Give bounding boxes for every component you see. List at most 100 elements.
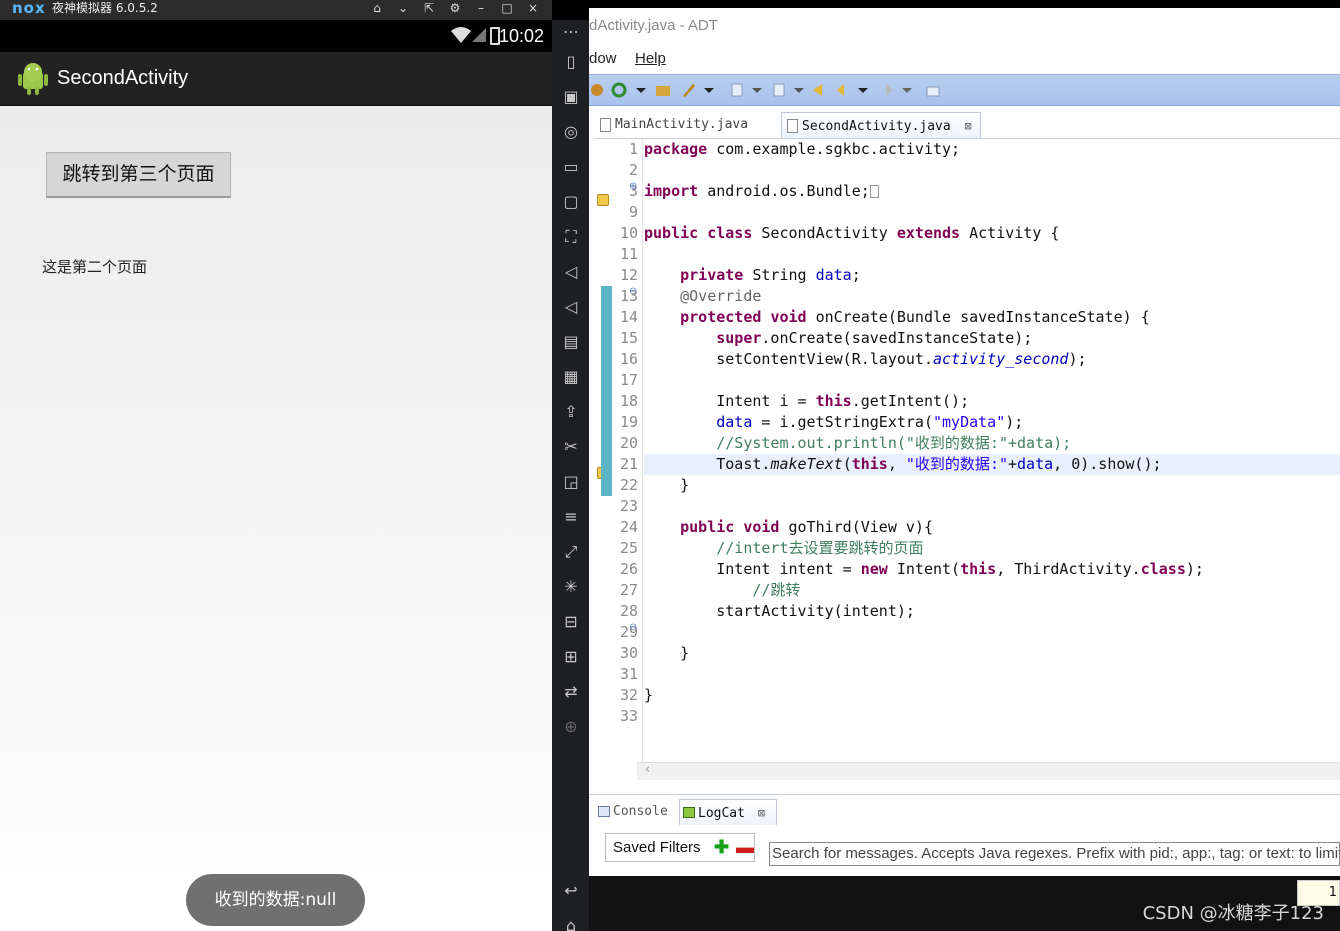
remove-filter-icon[interactable]: ▬: [736, 834, 754, 861]
add-filter-icon[interactable]: ✚: [714, 834, 729, 861]
emulator-sidebar: ⋯ ▯ ▣ ◎ ▭ ▢ ⛶ ◁ ◁ ▤ ▦ ⇪ ✂ ◲ ≡ ⤢ ✳ ⊟ ⊞ ⇄ …: [552, 20, 589, 931]
dropdown-icon[interactable]: [899, 82, 915, 98]
tab-console[interactable]: Console: [595, 799, 675, 825]
location-icon[interactable]: ◎: [561, 122, 581, 142]
code-line-1: package com.example.sgkbc.activity;: [644, 140, 961, 158]
dropdown-icon[interactable]: [749, 82, 765, 98]
line-number: 21: [619, 455, 638, 473]
dropdown-icon[interactable]: ⌄: [390, 0, 416, 16]
gear-icon[interactable]: [589, 82, 605, 98]
line-number: 25: [619, 539, 638, 557]
code-line-24: public void goThird(View v){: [680, 518, 933, 536]
dropdown-icon[interactable]: [855, 82, 871, 98]
line-number: 24: [619, 518, 638, 536]
close-tab-icon[interactable]: ⊠: [965, 119, 972, 133]
apk-install-icon[interactable]: ⇪: [561, 402, 581, 422]
menu-icon[interactable]: ≡: [561, 507, 581, 527]
tab-label: Console: [613, 804, 668, 819]
wifi-icon: [451, 27, 471, 43]
edit-icon[interactable]: [729, 82, 745, 98]
line-number: 14: [619, 308, 638, 326]
shake-icon[interactable]: ▯: [561, 52, 581, 72]
pin-icon[interactable]: ⇱: [416, 0, 442, 16]
tab-mainactivity[interactable]: MainActivity.java: [595, 112, 775, 138]
record-icon[interactable]: ⊟: [561, 612, 581, 632]
activity-content: 跳转到第三个页面 这是第二个页面 收到的数据:null: [0, 106, 552, 931]
goto-third-page-button[interactable]: 跳转到第三个页面: [46, 152, 231, 198]
screenshot-icon[interactable]: ▢: [561, 192, 581, 212]
line-number: 12: [619, 266, 638, 284]
editor-area: MainActivity.java SecondActivity.java ⊠ …: [589, 108, 1340, 792]
line-number: 2: [628, 161, 638, 179]
back-icon[interactable]: ↩: [561, 881, 581, 901]
code-line-30: }: [680, 644, 690, 662]
editor-gutter: 1 2 3 9 10 11 12 13 14 15 16 17 18 19 20…: [595, 139, 643, 763]
logcat-icon: [683, 807, 695, 818]
home-icon[interactable]: ⌂: [364, 0, 390, 16]
toast-message: 收到的数据:null: [186, 874, 365, 926]
line-number: 32: [619, 686, 638, 704]
tab-label: MainActivity.java: [615, 117, 749, 132]
dropdown-icon[interactable]: [791, 82, 807, 98]
sync-icon[interactable]: ⇄: [561, 682, 581, 702]
multi-window-icon[interactable]: ▤: [561, 332, 581, 352]
fold-collapse-icon[interactable]: ⊖: [629, 286, 637, 297]
menu-help[interactable]: Help: [635, 50, 666, 67]
adt-window: dActivity.java - ADT dow Help MainActivi…: [589, 8, 1340, 931]
close-button[interactable]: ×: [520, 0, 546, 16]
horizontal-scrollbar[interactable]: ‹: [637, 762, 1340, 780]
menu-window[interactable]: dow: [589, 50, 617, 67]
keyboard-icon[interactable]: ▭: [561, 157, 581, 177]
code-line-20: //System.out.println("收到的数据:"+data);: [716, 434, 1072, 452]
home-icon[interactable]: ⌂: [561, 916, 581, 931]
emulator-title: 夜神模拟器 6.0.5.2: [52, 1, 158, 15]
code-text[interactable]: package com.example.sgkbc.activity; impo…: [644, 139, 1340, 763]
back-arrow-icon[interactable]: [835, 82, 851, 98]
dropdown-icon[interactable]: [701, 82, 717, 98]
robot-icon[interactable]: ▣: [561, 87, 581, 107]
fullscreen-icon[interactable]: ⛶: [561, 227, 581, 247]
forward-arrow-icon[interactable]: [879, 82, 895, 98]
volume-up-icon[interactable]: ◁: [561, 262, 581, 282]
volume-down-icon[interactable]: ◁: [561, 297, 581, 317]
more-icon[interactable]: ⋯: [561, 22, 581, 42]
last-edit-icon[interactable]: [811, 82, 827, 98]
pencil-icon[interactable]: [681, 82, 697, 98]
nox-logo: nox: [12, 0, 46, 17]
code-line-3: import android.os.Bundle;: [644, 181, 879, 202]
code-line-25: //intert去设置要跳转的页面: [716, 539, 924, 557]
multi-instance-icon[interactable]: ◲: [561, 472, 581, 492]
tab-label: SecondActivity.java: [802, 119, 951, 134]
next-annotation-icon[interactable]: [771, 82, 787, 98]
open-folder-icon[interactable]: [655, 82, 671, 98]
pin-editor-icon[interactable]: [925, 82, 941, 98]
logcat-search-input[interactable]: Search for messages. Accepts Java regexe…: [769, 842, 1340, 866]
dropdown-icon[interactable]: [633, 82, 649, 98]
menu-bar: dow Help: [589, 44, 1340, 74]
code-line-10: public class SecondActivity extends Acti…: [644, 224, 1060, 242]
fold-collapse-icon[interactable]: ⊖: [629, 622, 637, 633]
fold-expand-icon[interactable]: ⊕: [629, 181, 637, 192]
expand-icon[interactable]: ⤢: [561, 542, 581, 562]
tab-secondactivity[interactable]: SecondActivity.java ⊠: [781, 112, 981, 138]
scroll-left-icon[interactable]: ‹: [645, 762, 650, 777]
add-icon[interactable]: ⊕: [561, 717, 581, 737]
tab-logcat[interactable]: LogCat ⊠: [679, 799, 777, 825]
settings-icon[interactable]: ⚙: [442, 0, 468, 16]
refresh-icon[interactable]: [611, 82, 627, 98]
code-line-14: protected void onCreate(Bundle savedInst…: [680, 308, 1150, 326]
code-editor[interactable]: 1 2 3 9 10 11 12 13 14 15 16 17 18 19 20…: [595, 138, 1340, 763]
maximize-button[interactable]: □: [494, 0, 520, 16]
loading-icon[interactable]: ✳: [561, 577, 581, 597]
cut-icon[interactable]: ✂: [561, 437, 581, 457]
code-line-19: data = i.getStringExtra("myData");: [716, 413, 1024, 431]
java-file-icon: [787, 119, 798, 133]
bottom-panel: Console LogCat ⊠ Saved Filters ✚ ▬ Searc…: [589, 794, 1340, 876]
gamepad-icon[interactable]: ⊞: [561, 647, 581, 667]
line-number: 19: [619, 413, 638, 431]
close-tab-icon[interactable]: ⊠: [758, 806, 765, 820]
code-line-27: //跳转: [752, 581, 801, 599]
macro-icon[interactable]: ▦: [561, 367, 581, 387]
code-line-26: Intent intent = new Intent(this, ThirdAc…: [716, 560, 1204, 578]
minimize-button[interactable]: –: [468, 0, 494, 16]
